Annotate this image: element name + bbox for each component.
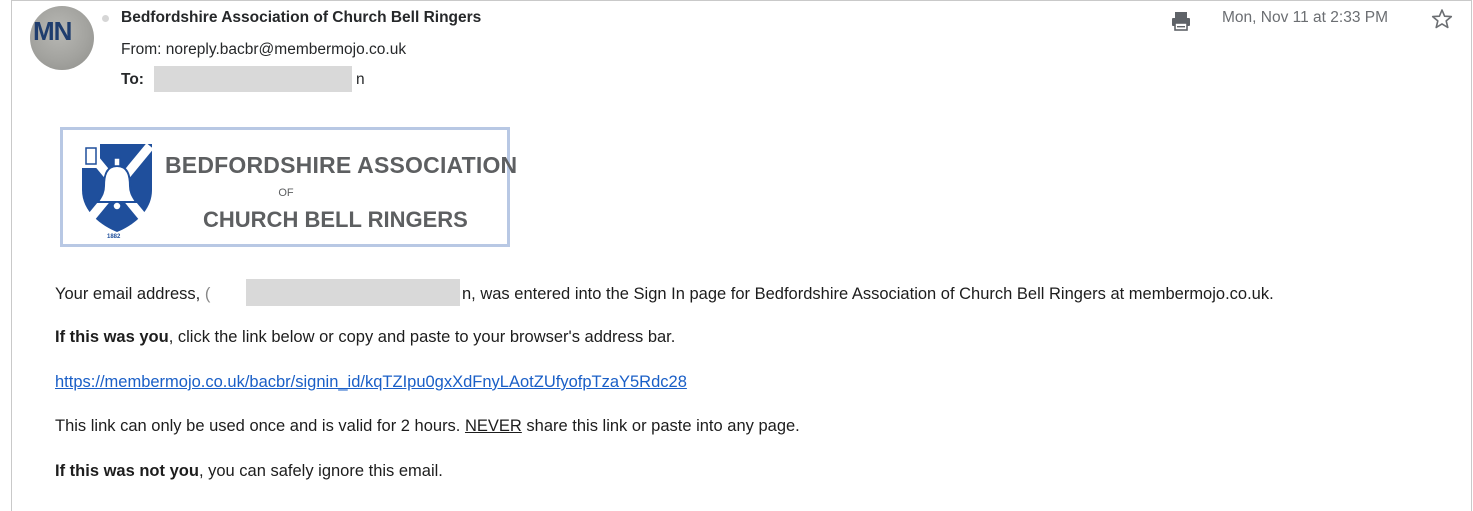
p1-start: Your email address, xyxy=(55,285,205,303)
sender-name[interactable]: Bedfordshire Association of Church Bell … xyxy=(121,9,481,27)
p5-bold: If this was not you xyxy=(55,462,199,480)
p1-partial: ( xyxy=(204,285,211,303)
p2-rest: , click the link below or copy and paste… xyxy=(168,328,676,346)
p5-rest: , you can safely ignore this email. xyxy=(198,462,443,480)
avatar-initials: MN xyxy=(33,16,72,46)
paragraph-if-this-was-you: If this was you, click the link below or… xyxy=(55,328,675,347)
to-address-redaction xyxy=(154,66,352,92)
signin-link[interactable]: https://membermojo.co.uk/bacbr/signin_id… xyxy=(55,373,687,391)
to-address-tail: n xyxy=(356,71,365,88)
to-line: To: xyxy=(121,71,144,89)
paragraph-if-not-you: If this was not you, you can safely igno… xyxy=(55,462,443,481)
association-logo: 1882 BEDFORDSHIRE ASSOCIATION OF CHURCH … xyxy=(60,127,517,247)
from-label: From: xyxy=(121,41,162,58)
unread-dot xyxy=(102,15,109,22)
p2-bold: If this was you xyxy=(55,328,169,346)
logo-title-line2: CHURCH BELL RINGERS xyxy=(203,207,468,232)
paragraph-email-entered: Your email address, ( xyxy=(55,285,210,304)
logo-title-line1: BEDFORDSHIRE ASSOCIATION xyxy=(165,152,518,178)
print-icon[interactable] xyxy=(1170,10,1192,32)
p4-end: share this link or paste into any page. xyxy=(521,417,800,435)
p1-tail: n, was entered into the Sign In page for… xyxy=(462,285,1274,303)
paragraph-link-validity: This link can only be used once and is v… xyxy=(55,417,800,436)
from-line: From: noreply.bacbr@membermojo.co.uk xyxy=(121,41,406,59)
star-icon[interactable] xyxy=(1431,8,1453,30)
avatar[interactable]: MN xyxy=(30,6,94,70)
p4-never: NEVER xyxy=(464,417,522,435)
logo-year: 1882 xyxy=(107,234,121,240)
to-label: To: xyxy=(121,71,144,88)
from-address[interactable]: noreply.bacbr@membermojo.co.uk xyxy=(166,41,406,58)
p4-start: This link can only be used once and is v… xyxy=(55,417,465,435)
message-date: Mon, Nov 11 at 2:33 PM xyxy=(1222,9,1388,26)
logo-title-of: OF xyxy=(278,187,294,199)
email-address-redaction xyxy=(246,279,460,306)
shield-bell-icon xyxy=(80,143,154,232)
paragraph-signin-link: https://membermojo.co.uk/bacbr/signin_id… xyxy=(55,373,687,392)
